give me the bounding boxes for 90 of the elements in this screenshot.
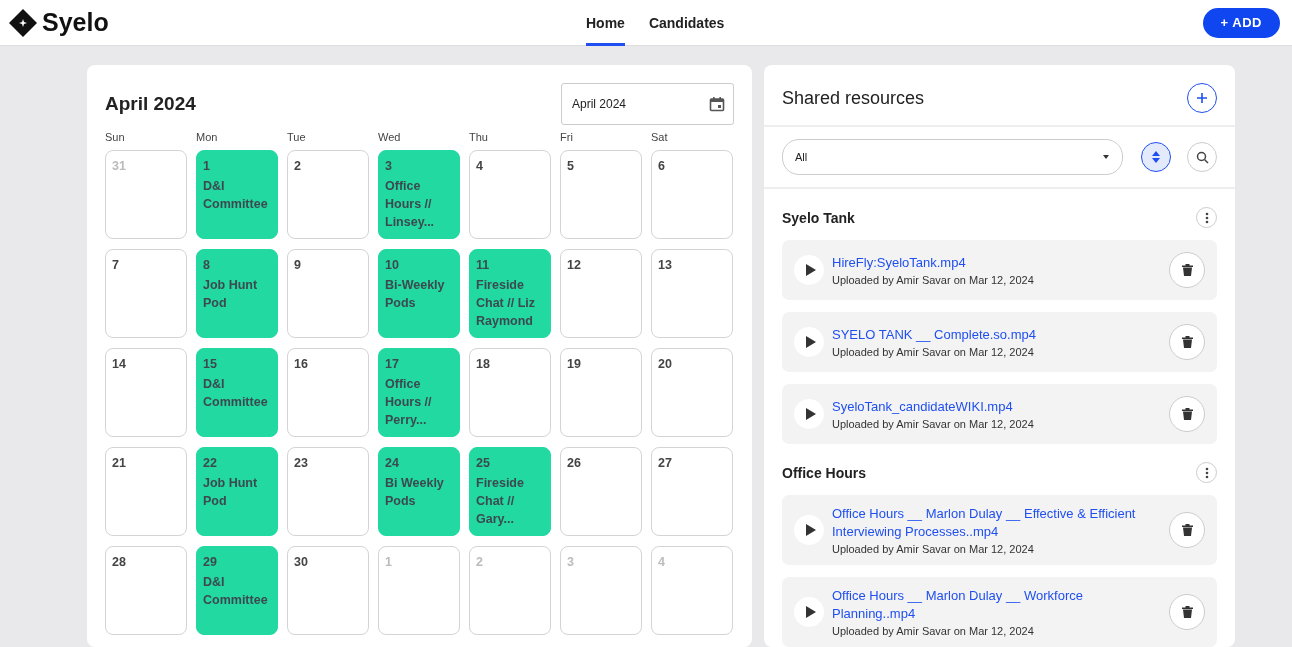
- brand-name: Syelo: [42, 8, 109, 37]
- play-button[interactable]: [794, 515, 824, 545]
- upload-info: Uploaded by Amir Savar on Mar 12, 2024: [832, 274, 1035, 286]
- event-day-cell[interactable]: 15 D&I Committee: [196, 348, 278, 437]
- weekday-label: Thu: [469, 131, 489, 143]
- day-cell[interactable]: 13: [651, 249, 733, 338]
- add-resource-button[interactable]: [1187, 83, 1217, 113]
- logo-icon: [8, 7, 38, 38]
- video-link[interactable]: Office Hours __ Marlon Dulay __ Workforce Planning..mp4: [832, 587, 1161, 623]
- day-cell[interactable]: 21: [105, 447, 187, 536]
- play-button[interactable]: [794, 597, 824, 627]
- upload-info: Uploaded by Amir Savar on Mar 12, 2024: [832, 543, 1035, 555]
- play-icon: [805, 606, 816, 618]
- trash-icon: [1181, 524, 1193, 536]
- event-day-cell[interactable]: 17 Office Hours // Perry...: [378, 348, 460, 437]
- day-cell[interactable]: 14: [105, 348, 187, 437]
- add-button[interactable]: + ADD: [1202, 7, 1280, 38]
- day-cell[interactable]: 30: [287, 546, 369, 635]
- event-day-cell[interactable]: 29 D&I Committee: [196, 546, 278, 635]
- play-icon: [805, 264, 816, 276]
- caret-icon: [1102, 154, 1110, 160]
- event-day-cell[interactable]: 8 Job Hunt Pod: [196, 249, 278, 338]
- delete-button[interactable]: [1169, 252, 1205, 288]
- sort-icon: [1151, 150, 1161, 164]
- day-cell[interactable]: 20: [651, 348, 733, 437]
- trash-icon: [1181, 408, 1193, 420]
- play-icon: [805, 408, 816, 420]
- upload-info: Uploaded by Amir Savar on Mar 12, 2024: [832, 625, 1035, 637]
- delete-button[interactable]: [1169, 324, 1205, 360]
- filter-select[interactable]: All: [782, 139, 1123, 175]
- day-cell[interactable]: 23: [287, 447, 369, 536]
- trash-icon: [1181, 264, 1193, 276]
- trash-icon: [1181, 606, 1193, 618]
- event-day-cell[interactable]: 10 Bi-Weekly Pods: [378, 249, 460, 338]
- day-cell[interactable]: 19: [560, 348, 642, 437]
- video-link[interactable]: HireFly:SyeloTank.mp4: [832, 254, 1161, 272]
- group-title: Office Hours: [782, 464, 866, 481]
- event-day-cell[interactable]: 3 Office Hours // Linsey...: [378, 150, 460, 239]
- more-icon: [1204, 211, 1209, 224]
- search-button[interactable]: [1187, 142, 1217, 172]
- event-day-cell[interactable]: 25 Fireside Chat // Gary...: [469, 447, 551, 536]
- video-link[interactable]: Office Hours __ Marlon Dulay __ Effective & Efficient Interviewing Processes..mp4: [832, 505, 1161, 541]
- play-button[interactable]: [794, 327, 824, 357]
- trash-icon: [1181, 336, 1193, 348]
- day-cell[interactable]: 28: [105, 546, 187, 635]
- more-icon: [1204, 466, 1209, 479]
- nav-tab[interactable]: Candidates: [648, 0, 725, 46]
- day-cell[interactable]: 2: [287, 150, 369, 239]
- video-link[interactable]: SyeloTank_candidateWIKI.mp4: [832, 398, 1161, 416]
- weekday-label: Mon: [196, 131, 219, 143]
- day-cell[interactable]: 27: [651, 447, 733, 536]
- day-cell[interactable]: 12: [560, 249, 642, 338]
- event-day-cell[interactable]: 22 Job Hunt Pod: [196, 447, 278, 536]
- day-cell[interactable]: 16: [287, 348, 369, 437]
- event-day-cell[interactable]: 1 D&I Committee: [196, 150, 278, 239]
- more-button[interactable]: [1196, 462, 1217, 483]
- nav-tab[interactable]: Home: [586, 0, 625, 46]
- event-day-cell[interactable]: 11 Fireside Chat // Liz Raymond: [469, 249, 551, 338]
- delete-button[interactable]: [1169, 594, 1205, 630]
- weekday-label: Wed: [378, 131, 402, 143]
- calendar-icon: [709, 96, 725, 112]
- weekday-label: Tue: [287, 131, 307, 143]
- day-cell[interactable]: 5: [560, 150, 642, 239]
- day-cell[interactable]: 9: [287, 249, 369, 338]
- play-button[interactable]: [794, 399, 824, 429]
- play-icon: [805, 336, 816, 348]
- more-button[interactable]: [1196, 207, 1217, 228]
- day-cell[interactable]: 4: [469, 150, 551, 239]
- calendar-title: April 2024: [105, 93, 196, 115]
- day-cell[interactable]: 7: [105, 249, 187, 338]
- day-cell[interactable]: 6: [651, 150, 733, 239]
- weekday-label: Fri: [560, 131, 574, 143]
- month-field[interactable]: April 2024: [561, 83, 734, 125]
- play-button[interactable]: [794, 255, 824, 285]
- weekday-label: Sun: [105, 131, 126, 143]
- play-icon: [805, 524, 816, 536]
- day-cell[interactable]: 26: [560, 447, 642, 536]
- search-icon: [1195, 150, 1209, 164]
- sort-button[interactable]: [1141, 142, 1171, 172]
- event-day-cell[interactable]: 24 Bi Weekly Pods: [378, 447, 460, 536]
- upload-info: Uploaded by Amir Savar on Mar 12, 2024: [832, 418, 1035, 430]
- delete-button[interactable]: [1169, 512, 1205, 548]
- resources-title: Shared resources: [782, 87, 925, 109]
- video-link[interactable]: SYELO TANK __ Complete.so.mp4: [832, 326, 1161, 344]
- delete-button[interactable]: [1169, 396, 1205, 432]
- group-title: Syelo Tank: [782, 209, 855, 226]
- upload-info: Uploaded by Amir Savar on Mar 12, 2024: [832, 346, 1035, 358]
- day-cell[interactable]: 18: [469, 348, 551, 437]
- plus-icon: [1196, 92, 1208, 104]
- weekday-label: Sat: [651, 131, 669, 143]
